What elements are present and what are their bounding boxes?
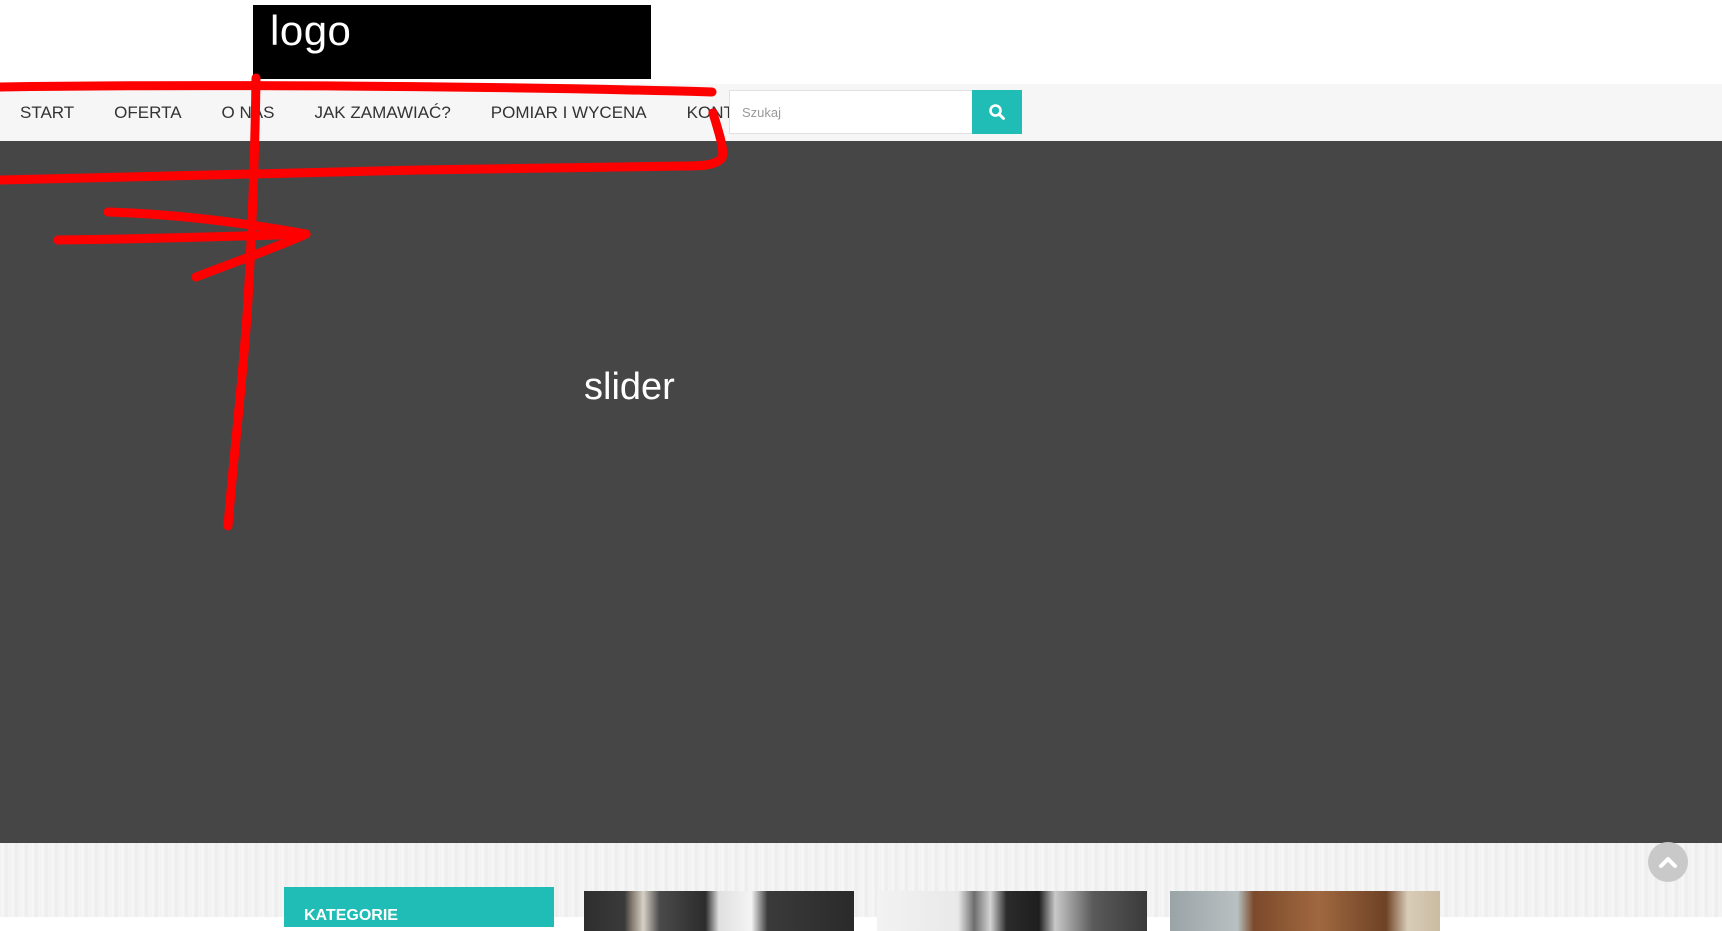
search-input[interactable] <box>729 90 972 134</box>
slider-placeholder-text: slider <box>584 366 675 408</box>
product-thumbnail[interactable] <box>584 891 854 931</box>
main-navigation: START OFERTA O NAS JAK ZAMAWIAĆ? POMIAR … <box>0 84 1722 142</box>
nav-item-oferta[interactable]: OFERTA <box>94 103 201 123</box>
search-button[interactable] <box>972 90 1022 134</box>
content-section: KATEGORIE <box>0 843 1722 931</box>
header: logo <box>0 0 1722 84</box>
nav-menu: START OFERTA O NAS JAK ZAMAWIAĆ? POMIAR … <box>0 84 786 141</box>
categories-title: KATEGORIE <box>304 907 398 924</box>
slider[interactable]: slider <box>0 141 1722 843</box>
logo-text: logo <box>270 7 352 54</box>
product-thumbnail[interactable] <box>1170 891 1440 931</box>
categories-panel: KATEGORIE <box>284 887 554 927</box>
nav-item-o-nas[interactable]: O NAS <box>202 103 295 123</box>
nav-item-jak-zamawiac[interactable]: JAK ZAMAWIAĆ? <box>294 103 470 123</box>
nav-item-pomiar-i-wycena[interactable]: POMIAR I WYCENA <box>471 103 667 123</box>
logo[interactable]: logo <box>253 5 651 79</box>
product-thumbnail[interactable] <box>877 891 1147 931</box>
search-icon <box>989 104 1005 120</box>
search-form <box>729 90 1022 134</box>
chevron-up-icon <box>1659 857 1677 868</box>
nav-item-start[interactable]: START <box>0 103 94 123</box>
scroll-top-button[interactable] <box>1648 842 1688 882</box>
